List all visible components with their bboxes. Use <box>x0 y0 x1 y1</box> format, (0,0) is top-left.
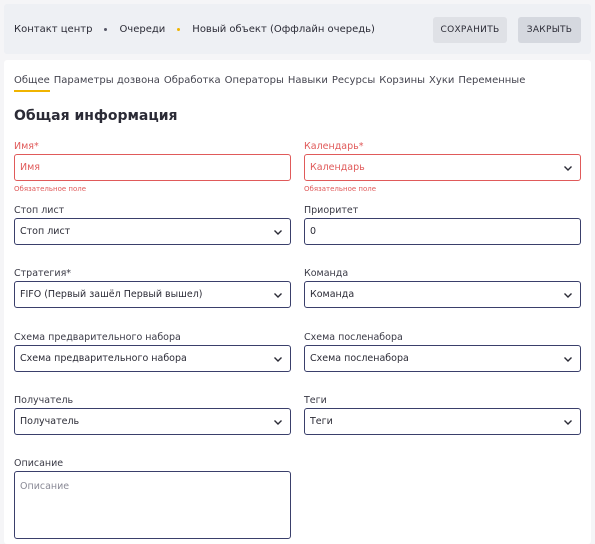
name-placeholder: Имя <box>20 162 40 173</box>
tab-general[interactable]: Общее <box>14 75 50 92</box>
breadcrumb-item-queues[interactable]: Очереди <box>119 24 165 35</box>
tags-value: Теги <box>310 416 333 427</box>
chevron-down-icon <box>274 229 282 235</box>
recipient-label: Получатель <box>14 395 74 406</box>
priority-label: Приоритет <box>304 205 359 216</box>
tab-resources[interactable]: Ресурсы <box>332 75 375 90</box>
description-label: Описание <box>14 458 64 469</box>
chevron-down-icon <box>564 356 572 362</box>
predial-value: Схема предварительного набора <box>20 353 187 364</box>
form-panel: Общее Параметры дозвона Обработка Операт… <box>4 60 591 544</box>
tab-operators[interactable]: Операторы <box>225 75 284 90</box>
name-required-hint: Обязательное поле <box>14 185 87 193</box>
recipient-select[interactable]: Получатель <box>14 408 291 435</box>
tab-processing[interactable]: Обработка <box>164 75 221 90</box>
strategy-label: Стратегия* <box>14 268 72 279</box>
chevron-down-icon <box>564 419 572 425</box>
recipient-value: Получатель <box>20 416 80 427</box>
priority-value: 0 <box>310 226 317 237</box>
strategy-value: FIFO (Первый зашёл Первый вышел) <box>20 289 203 300</box>
chevron-down-icon <box>274 419 282 425</box>
calendar-label: Календарь* <box>304 141 364 152</box>
team-value: Команда <box>310 289 355 300</box>
tab-bar: Общее Параметры дозвона Обработка Операт… <box>14 75 529 92</box>
chevron-down-icon <box>274 356 282 362</box>
chevron-down-icon <box>564 165 572 171</box>
stoplist-value: Стоп лист <box>20 226 71 237</box>
description-placeholder: Описание <box>20 481 70 492</box>
breadcrumb-item-contact-center[interactable]: Контакт центр <box>14 24 92 35</box>
chevron-down-icon <box>274 292 282 298</box>
breadcrumb-separator <box>104 27 108 31</box>
tags-label: Теги <box>304 395 327 406</box>
postdial-value: Схема посленабора <box>310 353 409 364</box>
stoplist-label: Стоп лист <box>14 205 65 216</box>
tab-baskets[interactable]: Корзины <box>379 75 425 90</box>
calendar-select[interactable]: Календарь <box>304 154 581 181</box>
close-button[interactable]: ЗАКРЫТЬ <box>518 17 581 43</box>
predial-label: Схема предварительного набора <box>14 332 181 343</box>
name-input[interactable]: Имя <box>14 154 291 181</box>
team-label: Команда <box>304 268 349 279</box>
strategy-select[interactable]: FIFO (Первый зашёл Первый вышел) <box>14 281 291 308</box>
stoplist-select[interactable]: Стоп лист <box>14 218 291 245</box>
name-label: Имя* <box>14 141 39 152</box>
calendar-required-hint: Обязательное поле <box>304 185 377 193</box>
breadcrumb: Контакт центр Очереди Новый объект (Оффл… <box>14 4 375 54</box>
tab-dial-params[interactable]: Параметры дозвона <box>54 75 160 90</box>
priority-input[interactable]: 0 <box>304 218 581 245</box>
predial-select[interactable]: Схема предварительного набора <box>14 345 291 372</box>
breadcrumb-separator <box>177 27 181 31</box>
tags-select[interactable]: Теги <box>304 408 581 435</box>
postdial-label: Схема посленабора <box>304 332 403 343</box>
section-title: Общая информация <box>14 108 178 124</box>
team-select[interactable]: Команда <box>304 281 581 308</box>
calendar-placeholder: Календарь <box>310 162 365 173</box>
breadcrumb-item-current: Новый объект (Оффлайн очередь) <box>192 23 375 35</box>
header: Контакт центр Очереди Новый объект (Оффл… <box>4 4 591 54</box>
postdial-select[interactable]: Схема посленабора <box>304 345 581 372</box>
save-button[interactable]: СОХРАНИТЬ <box>433 17 507 43</box>
tab-hooks[interactable]: Хуки <box>429 75 454 90</box>
tab-variables[interactable]: Переменные <box>458 75 525 90</box>
tab-skills[interactable]: Навыки <box>288 75 328 90</box>
description-textarea[interactable]: Описание <box>14 471 291 539</box>
chevron-down-icon <box>564 292 572 298</box>
